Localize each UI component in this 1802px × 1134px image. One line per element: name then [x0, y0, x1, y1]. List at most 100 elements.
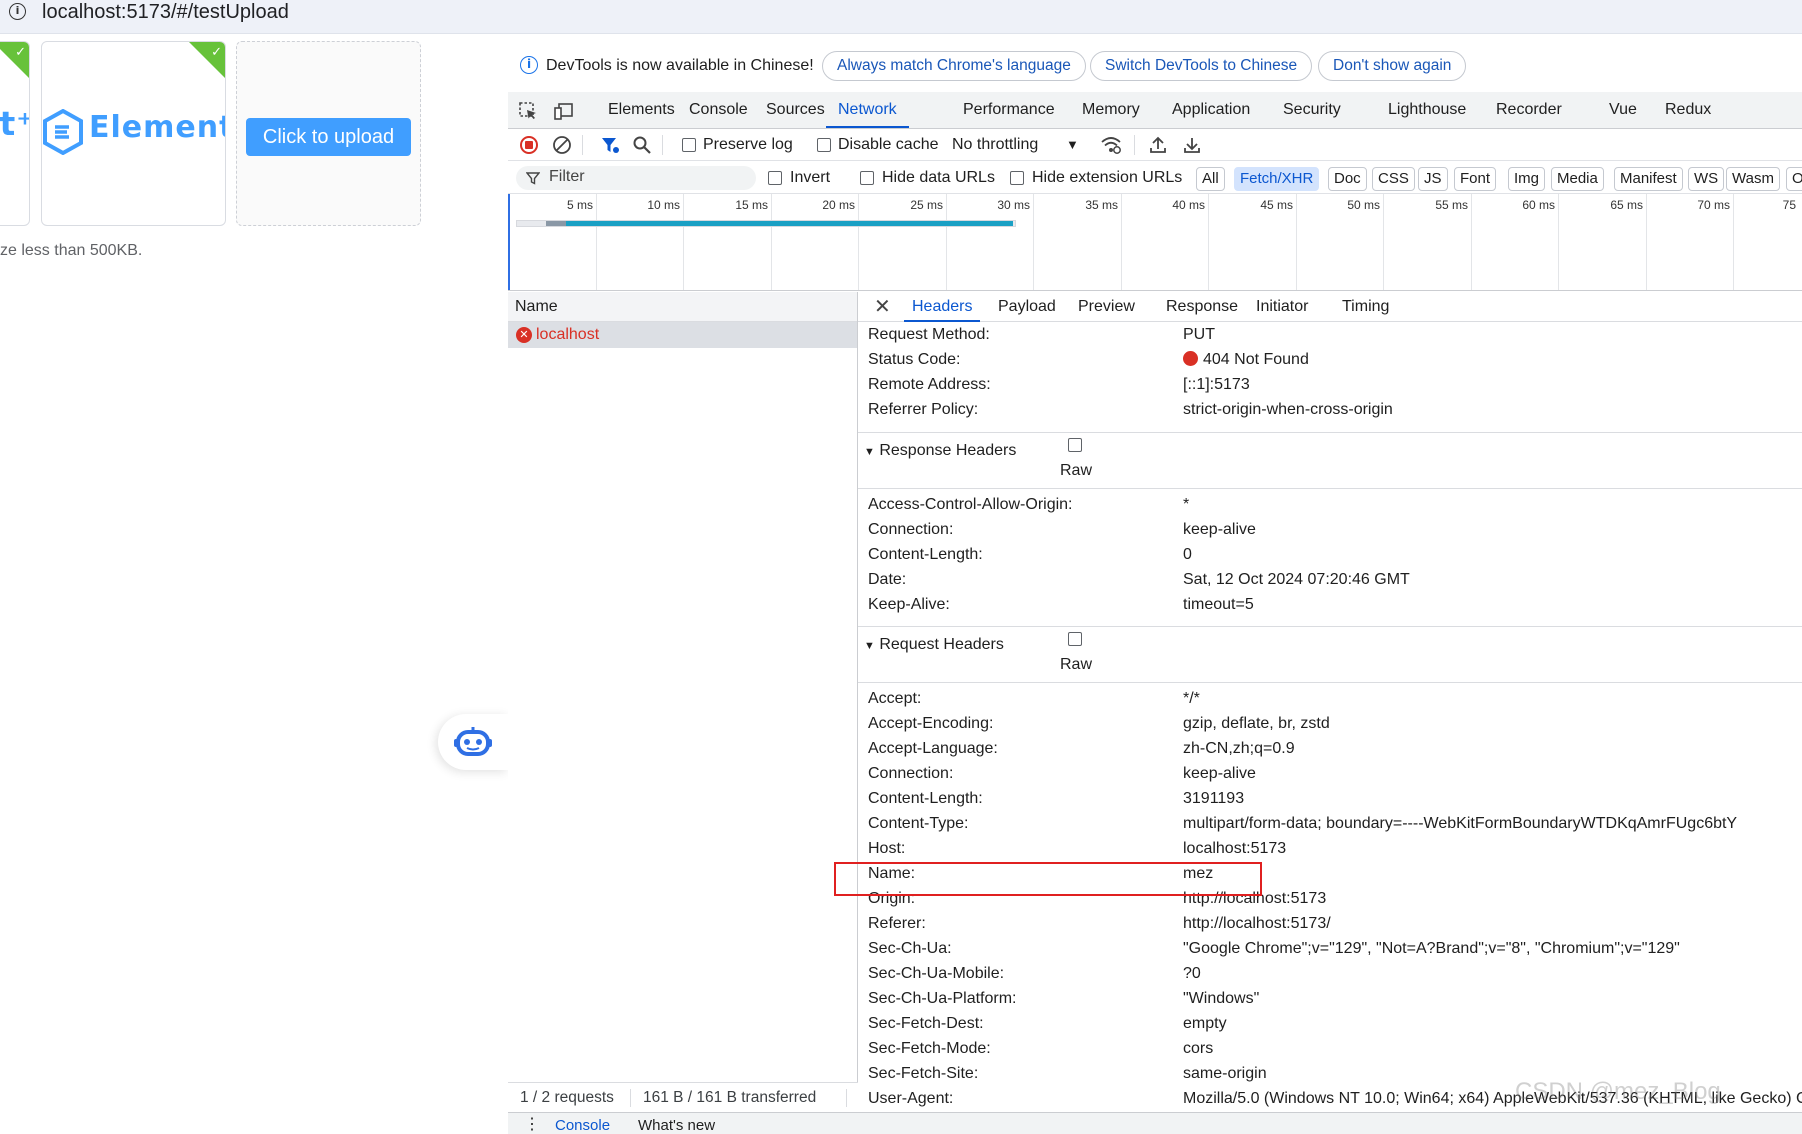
chevron-down-icon[interactable]: ▼ [1066, 135, 1079, 155]
more-options-icon[interactable]: ⋮ [524, 1114, 540, 1134]
header-value[interactable]: 3191193 [1183, 786, 1244, 811]
network-conditions-icon[interactable] [1100, 135, 1122, 155]
header-value[interactable]: localhost:5173 [1183, 836, 1286, 861]
tab-recorder[interactable]: Recorder [1496, 92, 1562, 128]
always-match-language-button[interactable]: Always match Chrome's language [822, 51, 1086, 81]
tab-headers[interactable]: Headers [904, 292, 981, 322]
tab-security[interactable]: Security [1283, 92, 1341, 128]
tab-lighthouse[interactable]: Lighthouse [1388, 92, 1466, 128]
header-value[interactable]: cors [1183, 1036, 1213, 1061]
tab-memory[interactable]: Memory [1082, 92, 1140, 128]
header-value[interactable]: "Windows" [1183, 986, 1259, 1011]
tab-application[interactable]: Application [1172, 92, 1250, 128]
header-value[interactable]: * [1183, 492, 1189, 517]
invert-checkbox[interactable] [768, 171, 782, 185]
invert-label[interactable]: Invert [790, 168, 830, 188]
type-filter-img[interactable]: Img [1508, 167, 1546, 191]
tab-console[interactable]: Console [689, 92, 748, 128]
header-value[interactable]: PUT [1183, 322, 1215, 347]
click-to-upload-button[interactable]: Click to upload [246, 118, 411, 156]
hide-extension-urls-checkbox[interactable] [1010, 171, 1024, 185]
header-value[interactable]: http://localhost:5173/ [1183, 911, 1331, 936]
url-text[interactable]: localhost:5173/#/testUpload [42, 0, 289, 24]
type-filter-media[interactable]: Media [1551, 167, 1604, 191]
header-value[interactable]: [::1]:5173 [1183, 372, 1250, 397]
header-value[interactable]: Sat, 12 Oct 2024 07:20:46 GMT [1183, 567, 1410, 592]
throttling-select[interactable]: No throttling [952, 135, 1038, 155]
tab-initiator[interactable]: Initiator [1256, 292, 1308, 322]
preserve-log-checkbox[interactable] [682, 138, 696, 152]
stop-recording-icon[interactable] [519, 135, 539, 155]
uploaded-image-card-1[interactable]: ✓ nt⁺ [0, 41, 30, 226]
header-value[interactable]: ?0 [1183, 961, 1201, 986]
type-filter-manifest[interactable]: Manifest [1614, 167, 1683, 191]
disable-cache-label[interactable]: Disable cache [838, 135, 939, 155]
assistant-floating-button[interactable] [438, 714, 508, 770]
request-headers-toggle[interactable]: ▼ Request Headers [864, 632, 1004, 659]
header-value[interactable]: empty [1183, 1011, 1227, 1036]
filter-icon[interactable] [600, 135, 620, 155]
filter-input[interactable]: Filter [516, 166, 756, 190]
raw-label[interactable]: Raw [1060, 656, 1092, 674]
tab-response[interactable]: Response [1166, 292, 1238, 322]
disable-cache-checkbox[interactable] [817, 138, 831, 152]
tab-vue[interactable]: Vue [1609, 92, 1637, 128]
tab-elements[interactable]: Elements [608, 92, 675, 128]
tab-payload[interactable]: Payload [998, 292, 1056, 322]
import-har-icon[interactable] [1148, 135, 1168, 155]
hide-data-urls-label[interactable]: Hide data URLs [882, 168, 995, 188]
name-column-header[interactable]: Name [508, 292, 857, 322]
header-value[interactable]: multipart/form-data; boundary=----WebKit… [1183, 811, 1737, 836]
tab-timing[interactable]: Timing [1342, 292, 1389, 322]
header-value[interactable]: timeout=5 [1183, 592, 1254, 617]
close-icon[interactable]: ✕ [874, 294, 891, 318]
raw-label[interactable]: Raw [1060, 462, 1092, 480]
switch-to-chinese-button[interactable]: Switch DevTools to Chinese [1090, 51, 1313, 81]
tab-performance[interactable]: Performance [963, 92, 1055, 128]
upload-dropzone[interactable]: Click to upload [236, 41, 421, 226]
export-har-icon[interactable] [1182, 135, 1202, 155]
type-filter-fetch-xhr[interactable]: Fetch/XHR [1234, 167, 1320, 191]
toolbar-divider [1134, 135, 1135, 155]
type-filter-all[interactable]: All [1196, 167, 1225, 191]
hide-data-urls-checkbox[interactable] [860, 171, 874, 185]
header-value[interactable]: strict-origin-when-cross-origin [1183, 397, 1393, 422]
preserve-log-label[interactable]: Preserve log [703, 135, 793, 155]
request-raw-checkbox[interactable] [1068, 632, 1082, 646]
header-value[interactable]: same-origin [1183, 1061, 1267, 1086]
search-icon[interactable] [632, 135, 652, 155]
header-value[interactable]: "Google Chrome";v="129", "Not=A?Brand";v… [1183, 936, 1680, 961]
header-value[interactable]: keep-alive [1183, 761, 1256, 786]
drawer-tab-console[interactable]: Console [555, 1117, 610, 1134]
tab-sources[interactable]: Sources [766, 92, 825, 128]
device-toolbar-icon[interactable] [554, 101, 574, 121]
response-headers-toggle[interactable]: ▼ Response Headers [864, 438, 1016, 465]
drawer-tab-whats-new[interactable]: What's new [638, 1117, 715, 1134]
site-info-icon[interactable]: i [9, 3, 26, 20]
type-filter-css[interactable]: CSS [1372, 167, 1415, 191]
tab-preview[interactable]: Preview [1078, 292, 1135, 322]
type-filter-js[interactable]: JS [1418, 167, 1448, 191]
type-filter-doc[interactable]: Doc [1328, 167, 1367, 191]
type-filter-font[interactable]: Font [1454, 167, 1497, 191]
request-row-localhost[interactable]: ✕ localhost [508, 322, 857, 348]
header-value[interactable]: zh-CN,zh;q=0.9 [1183, 736, 1295, 761]
network-timeline[interactable]: 5 ms 10 ms 15 ms 20 ms 25 ms 30 ms 35 ms… [508, 194, 1802, 291]
header-value[interactable]: 0 [1183, 542, 1192, 567]
header-value[interactable]: */* [1183, 686, 1200, 711]
hide-extension-urls-label[interactable]: Hide extension URLs [1032, 168, 1182, 188]
tab-redux[interactable]: Redux [1665, 92, 1711, 128]
tab-network[interactable]: Network [826, 92, 909, 128]
clear-icon[interactable] [552, 135, 572, 155]
status-value[interactable]: 404 Not Found [1183, 347, 1309, 372]
type-filter-wasm[interactable]: Wasm [1726, 167, 1780, 191]
header-value[interactable]: gzip, deflate, br, zstd [1183, 711, 1330, 736]
uploaded-image-card-2[interactable]: ✓ Element⁺ [41, 41, 226, 226]
type-filter-ws[interactable]: WS [1688, 167, 1725, 191]
header-value[interactable]: keep-alive [1183, 517, 1256, 542]
address-bar[interactable]: i localhost:5173/#/testUpload [0, 0, 1802, 34]
response-raw-checkbox[interactable] [1068, 438, 1082, 452]
type-filter-other[interactable]: O [1786, 167, 1802, 191]
inspect-element-icon[interactable] [518, 101, 538, 121]
dont-show-again-button[interactable]: Don't show again [1318, 51, 1467, 81]
